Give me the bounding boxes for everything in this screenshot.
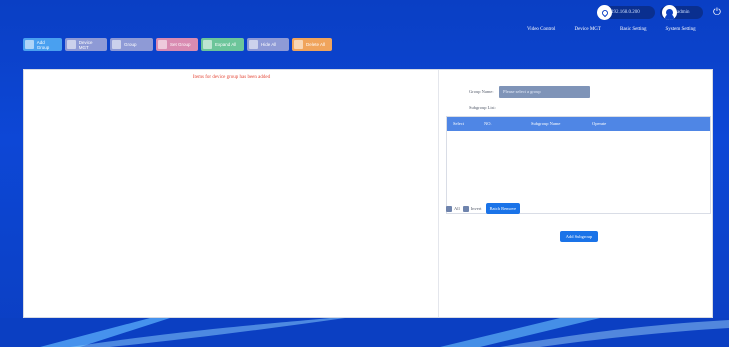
hide-icon: [249, 40, 258, 49]
nav-device-mgt[interactable]: Device MGT: [574, 27, 601, 32]
nav-basic-setting[interactable]: Basic Setting: [620, 27, 647, 32]
toolbar: Add Group Device MGT Group Set Group Exp…: [23, 38, 332, 51]
decorative-wave: [0, 318, 729, 347]
group-name-label: Group Name:: [469, 89, 494, 94]
table-header: Select NO. Subgroup Name Operate: [447, 117, 710, 131]
add-subgroup-button[interactable]: Add Subgroup: [560, 231, 598, 242]
subgroup-list-label: Subgroup List:: [469, 105, 496, 110]
invert-checkbox[interactable]: [462, 205, 469, 212]
set-group-button[interactable]: Set Group: [156, 38, 198, 51]
nav-video-control[interactable]: Video Control: [527, 27, 555, 32]
subgroup-table: Select NO. Subgroup Name Operate: [446, 116, 711, 214]
expand-all-button[interactable]: Expand All: [201, 38, 244, 51]
subgroup-pane: Group Name: Please select a group Subgro…: [440, 70, 713, 317]
avatar-icon: [662, 5, 677, 20]
power-icon[interactable]: ⏻: [710, 6, 724, 20]
col-subgroup-name[interactable]: Subgroup Name: [531, 121, 560, 126]
invert-label: Invert: [470, 206, 482, 211]
all-checkbox[interactable]: [446, 205, 452, 212]
device-icon: [67, 40, 76, 49]
hide-all-button[interactable]: Hide All: [247, 38, 289, 51]
device-mgt-button[interactable]: Device MGT: [65, 38, 107, 51]
empty-notice: Items for device group has been added: [192, 75, 271, 80]
main-panel: Items for device group has been added Gr…: [23, 69, 713, 318]
batch-remove-button[interactable]: Batch Remove: [485, 203, 521, 214]
expand-icon: [203, 40, 212, 49]
group-icon: [112, 40, 121, 49]
all-label: All: [454, 206, 460, 211]
set-group-icon: [158, 40, 167, 49]
main-nav: Video Control Device MGT Basic Setting S…: [527, 27, 715, 32]
user-menu[interactable]: admin: [660, 5, 703, 20]
group-tree-pane: Items for device group has been added: [24, 70, 439, 317]
ip-display: 192.168.0.200: [597, 5, 655, 20]
add-group-icon: [25, 40, 34, 49]
nav-system-setting[interactable]: System Setting: [666, 27, 696, 32]
col-no[interactable]: NO.: [484, 121, 492, 126]
location-pin-icon: [597, 5, 612, 20]
table-footer: All Invert Batch Remove: [446, 203, 521, 214]
username: admin: [677, 10, 690, 15]
group-select[interactable]: Please select a group: [499, 86, 590, 98]
add-group-button[interactable]: Add Group: [23, 38, 62, 51]
ip-address: 192.168.0.200: [611, 10, 640, 15]
delete-icon: [294, 40, 303, 49]
col-select[interactable]: Select: [453, 121, 464, 126]
group-button[interactable]: Group: [110, 38, 153, 51]
delete-all-button[interactable]: Delete All: [292, 38, 332, 51]
col-operate[interactable]: Operate: [592, 121, 606, 126]
top-bar: 192.168.0.200 admin ⏻ Video Control Devi…: [0, 0, 729, 60]
